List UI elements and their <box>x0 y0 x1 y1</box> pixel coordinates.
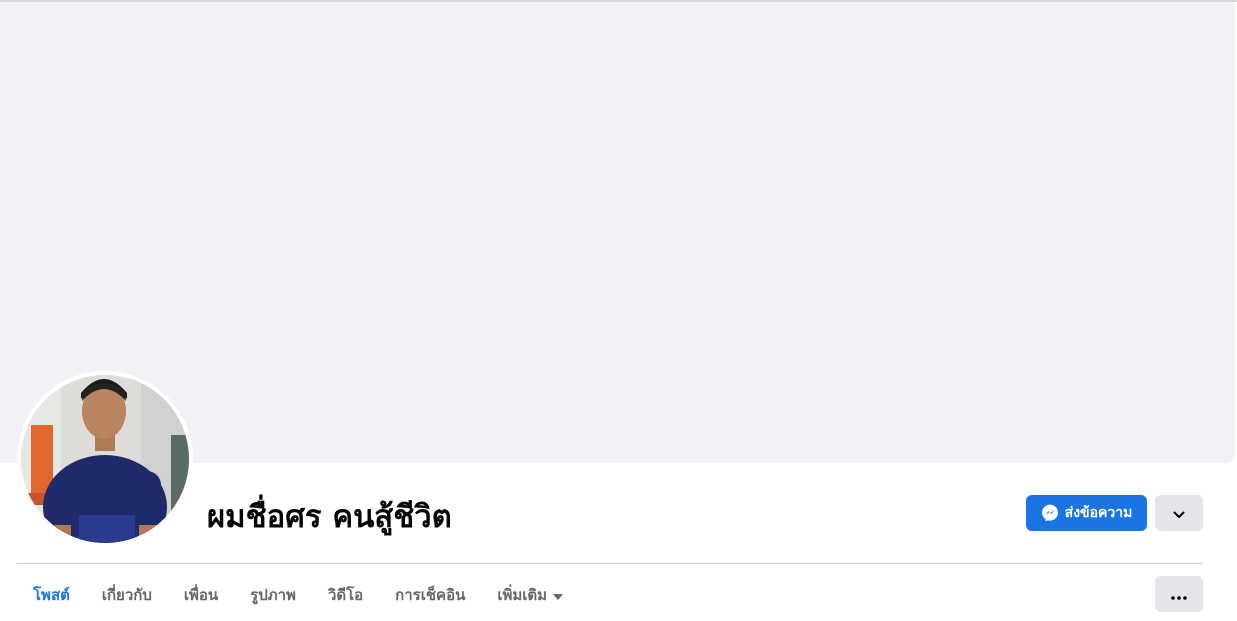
tab-more[interactable]: เพิ่มเติม <box>481 575 579 615</box>
tab-friends[interactable]: เพื่อน <box>168 575 234 615</box>
send-message-label: ส่งข้อความ <box>1064 505 1133 521</box>
tab-label: รูปภาพ <box>250 586 296 604</box>
tab-label: โพสต์ <box>33 586 70 604</box>
tab-label: วิดีโอ <box>327 586 364 604</box>
chevron-down-icon <box>1173 504 1185 523</box>
tab-posts[interactable]: โพสต์ <box>17 575 86 615</box>
tab-photos[interactable]: รูปภาพ <box>234 575 312 615</box>
caret-down-icon <box>553 586 564 604</box>
avatar-photo <box>21 375 189 543</box>
tab-videos[interactable]: วิดีโอ <box>312 575 379 615</box>
section-divider <box>17 563 1203 564</box>
messenger-icon <box>1041 504 1059 522</box>
more-dots-icon <box>1171 585 1187 604</box>
profile-name: ผมชื่อศร คนสู้ชีวิต <box>207 499 452 535</box>
tab-label: เพื่อน <box>183 586 219 604</box>
tab-about[interactable]: เกี่ยวกับ <box>86 575 168 615</box>
tab-label: การเช็คอิน <box>395 586 466 604</box>
send-message-button[interactable]: ส่งข้อความ <box>1026 495 1147 531</box>
tab-checkins[interactable]: การเช็คอิน <box>379 575 481 615</box>
cover-photo[interactable] <box>0 2 1235 463</box>
tab-label: เพิ่มเติม <box>497 586 548 604</box>
avatar[interactable] <box>21 375 189 543</box>
tab-label: เกี่ยวกับ <box>101 586 152 604</box>
profile-tabs: โพสต์ เกี่ยวกับ เพื่อน รูปภาพ วิดีโอ การ… <box>17 575 579 615</box>
profile-dropdown-button[interactable] <box>1155 495 1203 531</box>
more-options-button[interactable] <box>1155 576 1203 612</box>
